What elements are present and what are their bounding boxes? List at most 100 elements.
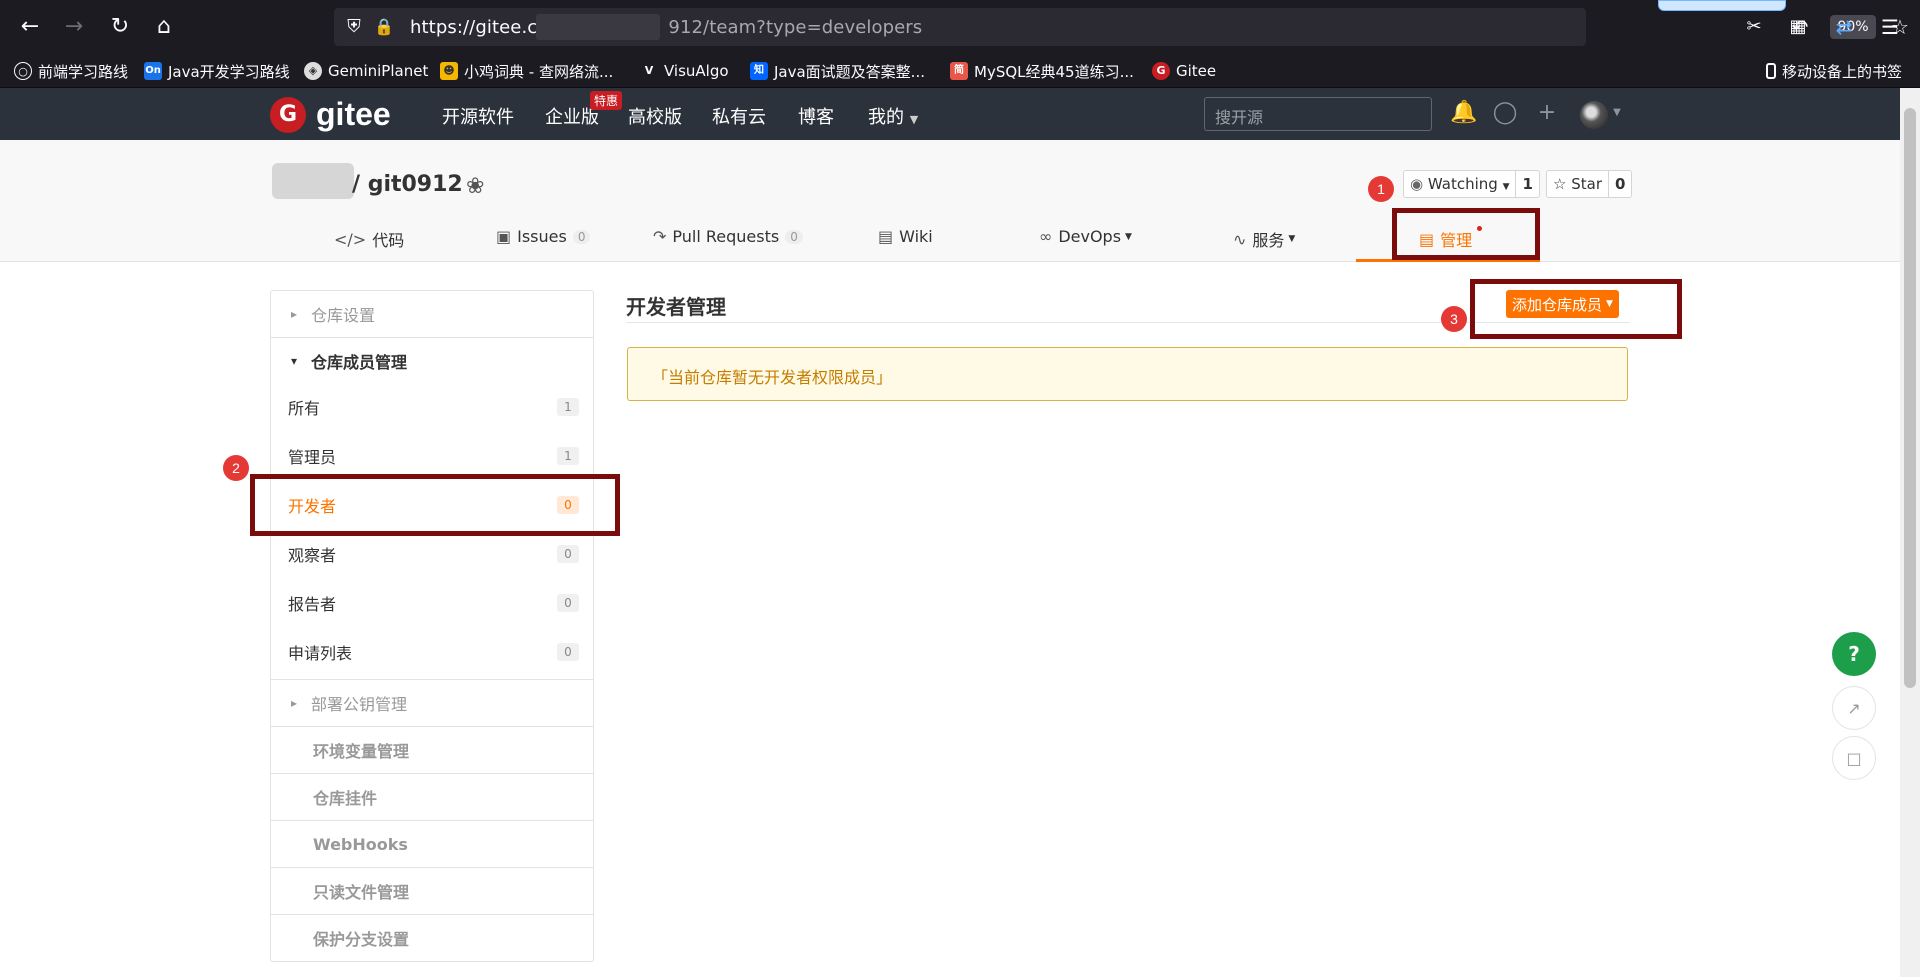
chat-icon[interactable]: □ bbox=[1832, 736, 1876, 780]
bookmark-item[interactable]: ◈ GeminiPlanet bbox=[304, 60, 428, 82]
bookmark-item[interactable]: ○ 前端学习路线 bbox=[14, 60, 128, 82]
repo-title[interactable]: / git0912 bbox=[352, 172, 463, 197]
tab-wiki[interactable]: ▤ Wiki bbox=[878, 227, 933, 246]
sync-icon[interactable]: ⇄ bbox=[1830, 13, 1858, 41]
gitee-logo[interactable]: G gitee bbox=[270, 96, 391, 133]
tab-wiki-label: Wiki bbox=[899, 227, 933, 246]
sidebar-item-reporters[interactable]: 报告者 0 bbox=[271, 583, 593, 623]
tab-issues[interactable]: ▣ Issues 0 bbox=[496, 227, 591, 246]
home-icon[interactable]: ⌂ bbox=[150, 13, 178, 41]
avatar-caret-icon[interactable]: ▼ bbox=[1604, 100, 1630, 126]
nav-open-source[interactable]: 开源软件 bbox=[442, 103, 514, 129]
caret-right-icon: ▸ bbox=[291, 696, 298, 710]
highlight-add-member bbox=[1470, 279, 1682, 339]
sidebar-deploy-keys[interactable]: ▸ 部署公钥管理 bbox=[271, 680, 593, 726]
count-badge: 0 bbox=[557, 643, 579, 661]
bookmarks-bar: ○ 前端学习路线 On Java开发学习路线 ◈ GeminiPlanet ☻ … bbox=[0, 54, 1920, 88]
tab-issues-label: Issues bbox=[517, 227, 567, 246]
reload-icon[interactable]: ↻ bbox=[106, 13, 134, 41]
sidebar-item-observers[interactable]: 观察者 0 bbox=[271, 534, 593, 574]
share-icon[interactable]: ↗ bbox=[1832, 686, 1876, 730]
bookmark-item[interactable]: 知 Java面试题及答案整... bbox=[750, 60, 925, 82]
sidebar-item-admins[interactable]: 管理员 1 bbox=[271, 436, 593, 476]
tab-devops[interactable]: ∞ DevOps ▼ bbox=[1039, 227, 1132, 246]
sidebar-item-label: 报告者 bbox=[288, 595, 337, 614]
watching-button[interactable]: ◉ Watching ▼ 1 bbox=[1403, 170, 1540, 198]
sidebar-member-mgmt[interactable]: ▾ 仓库成员管理 bbox=[271, 338, 593, 384]
bookmark-label: Gitee bbox=[1176, 62, 1217, 80]
bookmark-item[interactable]: ☻ 小鸡词典 - 查网络流... bbox=[440, 60, 613, 82]
tab-pull-requests-label: Pull Requests bbox=[672, 227, 780, 246]
code-icon: </> bbox=[334, 229, 367, 249]
sidebar-item-applications[interactable]: 申请列表 0 bbox=[271, 632, 593, 672]
mobile-bookmarks[interactable]: 移动设备上的书签 bbox=[1766, 60, 1902, 82]
tab-code[interactable]: </> 代码 bbox=[334, 227, 404, 251]
help-button[interactable]: ? bbox=[1832, 632, 1876, 676]
bookmark-item[interactable]: G Gitee bbox=[1152, 60, 1216, 82]
shield-icon[interactable]: ⛨ bbox=[340, 13, 368, 41]
extension-tab[interactable] bbox=[1658, 0, 1786, 11]
tab-pull-requests[interactable]: ↷ Pull Requests 0 bbox=[653, 227, 803, 246]
caret-down-icon: ▾ bbox=[291, 354, 298, 368]
scroll-thumb[interactable] bbox=[1904, 108, 1916, 688]
bell-icon[interactable]: 🔔 bbox=[1450, 100, 1477, 126]
sidebar-env-vars[interactable]: 环境变量管理 bbox=[271, 727, 593, 773]
step-marker-1: 1 bbox=[1368, 176, 1394, 202]
undo-icon[interactable]: ↶ bbox=[1786, 13, 1814, 41]
bookmark-label: Java面试题及答案整... bbox=[774, 62, 925, 81]
menu-icon[interactable]: ☰ bbox=[1876, 13, 1904, 41]
mobile-bookmarks-label: 移动设备上的书签 bbox=[1782, 62, 1903, 81]
infinity-icon: ∞ bbox=[1039, 227, 1053, 246]
plus-icon[interactable]: + bbox=[1534, 100, 1560, 126]
nav-mine[interactable]: 我的 ▼ bbox=[868, 103, 918, 129]
count-badge: 0 bbox=[557, 594, 579, 612]
url-redaction bbox=[536, 14, 660, 40]
nav-education[interactable]: 高校版 bbox=[628, 103, 682, 129]
badge-icon[interactable]: ❀ bbox=[466, 174, 484, 199]
nav-mine-label: 我的 bbox=[868, 107, 904, 128]
caret-down-icon: ▼ bbox=[1288, 234, 1296, 244]
url-prefix: https://gitee.co bbox=[410, 17, 549, 38]
watching-count[interactable]: 1 bbox=[1515, 171, 1538, 197]
sidebar-member-mgmt-label: 仓库成员管理 bbox=[311, 353, 408, 372]
sidebar-widgets[interactable]: 仓库挂件 bbox=[271, 774, 593, 820]
sidebar-item-all[interactable]: 所有 1 bbox=[271, 387, 593, 427]
star-button[interactable]: ☆ Star 0 bbox=[1546, 170, 1633, 198]
hot-badge: 特惠 bbox=[590, 91, 623, 110]
search-input[interactable]: 搜开源 bbox=[1204, 97, 1432, 131]
pull-request-icon: ↷ bbox=[653, 227, 667, 246]
url-bar[interactable]: ⛨ 🔒 https://gitee.co 912/team?type=develo… bbox=[334, 8, 1909, 46]
tab-services[interactable]: ∿ 服务 ▼ bbox=[1233, 227, 1295, 251]
tab-code-label: 代码 bbox=[372, 231, 405, 250]
bookmark-label: 小鸡词典 - 查网络流... bbox=[464, 62, 614, 81]
bookmark-item[interactable]: On Java开发学习路线 bbox=[144, 60, 290, 82]
sidebar-protected-branches[interactable]: 保护分支设置 bbox=[271, 915, 593, 961]
lightbulb-icon[interactable]: ◯ bbox=[1492, 100, 1518, 126]
page-title: 开发者管理 bbox=[626, 295, 726, 319]
crop-icon[interactable]: ✂ bbox=[1740, 13, 1768, 41]
bookmark-label: GeminiPlanet bbox=[328, 62, 429, 80]
lock-icon[interactable]: 🔒 bbox=[370, 13, 398, 41]
highlight-developers-item bbox=[250, 474, 620, 536]
url-text[interactable]: https://gitee.co 912/team?type=developers bbox=[410, 17, 922, 38]
highlight-manage-tab bbox=[1392, 208, 1540, 260]
sidebar-item-label: 所有 bbox=[288, 399, 321, 418]
back-icon[interactable]: ← bbox=[16, 13, 44, 41]
bookmark-item[interactable]: 简 MySQL经典45道练习... bbox=[950, 60, 1134, 82]
sidebar-readonly-files[interactable]: 只读文件管理 bbox=[271, 868, 593, 914]
gitee-logo-icon: G bbox=[270, 96, 306, 133]
book-icon: ▤ bbox=[878, 227, 894, 246]
chick-icon: ☻ bbox=[440, 62, 458, 80]
browser-toolbar: ← → ↻ ⌂ ⛨ 🔒 https://gitee.co 912/team?typ… bbox=[0, 0, 1920, 54]
nav-private-cloud[interactable]: 私有云 bbox=[712, 103, 766, 129]
zhihu-icon: 知 bbox=[750, 62, 768, 80]
visualgo-icon: V bbox=[644, 64, 654, 77]
sidebar-repo-settings[interactable]: ▸ 仓库设置 bbox=[271, 291, 593, 337]
nav-blog[interactable]: 博客 bbox=[798, 103, 834, 129]
bookmark-item[interactable]: V VisuAlgo bbox=[640, 60, 729, 82]
star-count[interactable]: 0 bbox=[1608, 171, 1631, 197]
sidebar-webhooks[interactable]: WebHooks bbox=[271, 821, 593, 867]
forward-icon[interactable]: → bbox=[60, 13, 88, 41]
tab-devops-label: DevOps bbox=[1058, 227, 1122, 246]
page-scrollbar[interactable] bbox=[1900, 88, 1920, 977]
